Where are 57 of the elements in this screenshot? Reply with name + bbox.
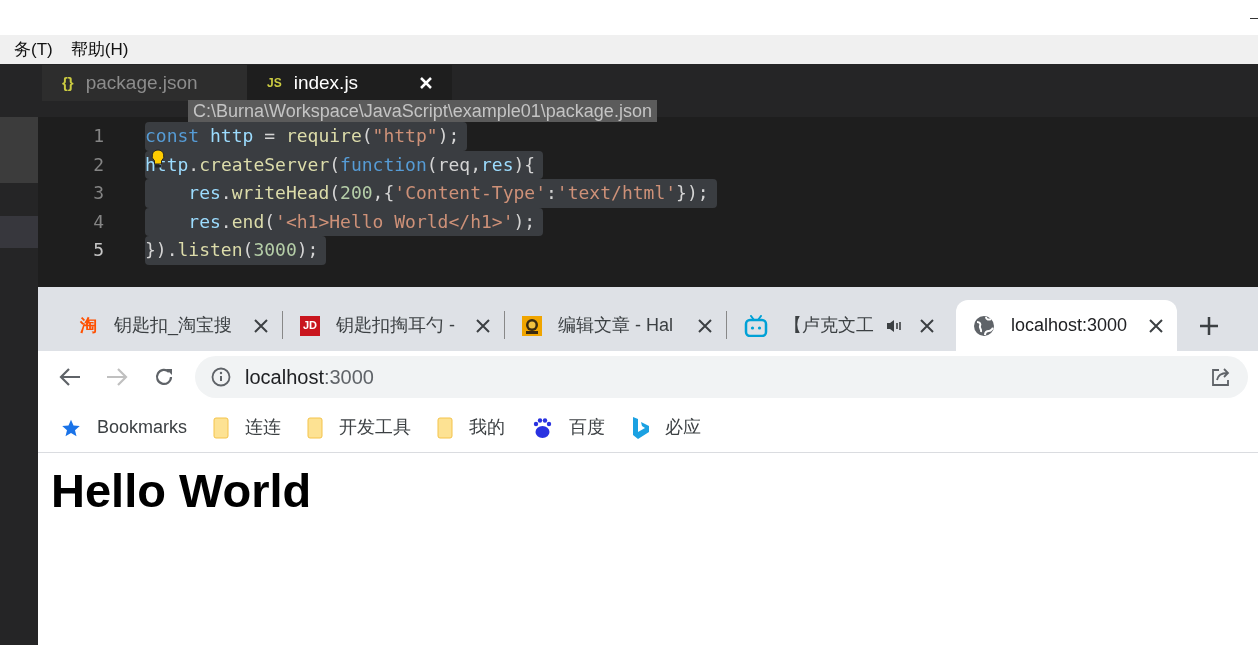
braces-icon: {} <box>62 71 74 95</box>
reload-icon[interactable] <box>153 366 175 388</box>
tab-title: 钥匙扣掏耳勺 - <box>336 314 456 337</box>
bing-icon <box>631 415 650 440</box>
favicon-icon: 淘 <box>78 317 98 334</box>
new-tab-icon[interactable] <box>1199 316 1219 336</box>
line-number: 4 <box>92 209 104 234</box>
tab-title: 【卢克文工 <box>784 314 875 337</box>
close-icon[interactable] <box>254 318 268 333</box>
paw-icon <box>531 416 554 439</box>
bookmark[interactable]: Bookmarks <box>61 414 188 441</box>
browser-tab[interactable]: localhost:3000 <box>956 300 1177 351</box>
tooltip: C:\Burna\Workspace\JavaScript\example01\package.json <box>188 100 657 122</box>
close-icon[interactable] <box>920 318 934 333</box>
favicon-icon <box>522 315 542 336</box>
menu-item[interactable]: 帮助(H) <box>70 36 147 63</box>
url-text: localhost:3000 <box>245 365 374 390</box>
close-icon[interactable] <box>476 318 490 333</box>
line-number: 2 <box>92 152 104 177</box>
browser-tab[interactable]: 淘 钥匙扣_淘宝搜 <box>61 300 282 351</box>
folder-icon <box>307 416 324 439</box>
line-number: 3 <box>92 181 104 205</box>
browser-tab[interactable]: JD 钥匙扣掏耳勺 - <box>283 300 504 351</box>
close-icon[interactable] <box>698 318 712 333</box>
close-icon[interactable] <box>1149 318 1163 333</box>
tab-title: 钥匙扣_淘宝搜 <box>114 314 233 338</box>
bookmark[interactable]: 必应 <box>631 414 702 441</box>
line-number: 1 <box>92 124 104 148</box>
line-number: 5 <box>92 238 104 262</box>
browser-tab[interactable]: 【卢克文工 <box>727 300 948 351</box>
tab-label: package.json <box>85 70 198 95</box>
folder-icon <box>213 416 230 439</box>
page-heading: Hello World <box>51 467 313 514</box>
sidebar-highlight <box>0 117 38 183</box>
address-bar[interactable]: localhost:3000 <box>195 356 1248 398</box>
js-icon: JS <box>267 74 282 92</box>
tab-title: localhost:3000 <box>1011 314 1129 337</box>
tab-label: index.js <box>293 70 359 95</box>
folder-icon <box>437 416 454 439</box>
tv-icon <box>744 314 768 337</box>
editor-tab[interactable]: {} package.json <box>42 65 247 101</box>
back-icon[interactable] <box>59 367 81 387</box>
share-icon[interactable] <box>1210 366 1232 388</box>
minimize-icon[interactable] <box>1250 18 1258 20</box>
editor-tab[interactable]: JS index.js <box>247 65 452 101</box>
favicon-icon: JD <box>300 315 320 336</box>
bookmark[interactable]: 百度 <box>531 414 606 441</box>
bookmark[interactable]: 连连 <box>213 414 282 441</box>
info-icon <box>211 367 231 387</box>
sidebar-highlight <box>0 216 38 248</box>
speaker-icon[interactable] <box>886 317 902 334</box>
browser-tab[interactable]: 编辑文章 - Hal <box>505 300 726 351</box>
tab-title: 编辑文章 - Hal <box>558 314 674 337</box>
globe-icon <box>973 314 995 337</box>
bookmark[interactable]: 开发工具 <box>307 414 412 441</box>
bookmark[interactable]: 我的 <box>437 414 506 441</box>
menu-item[interactable]: 务(T) <box>0 36 71 63</box>
